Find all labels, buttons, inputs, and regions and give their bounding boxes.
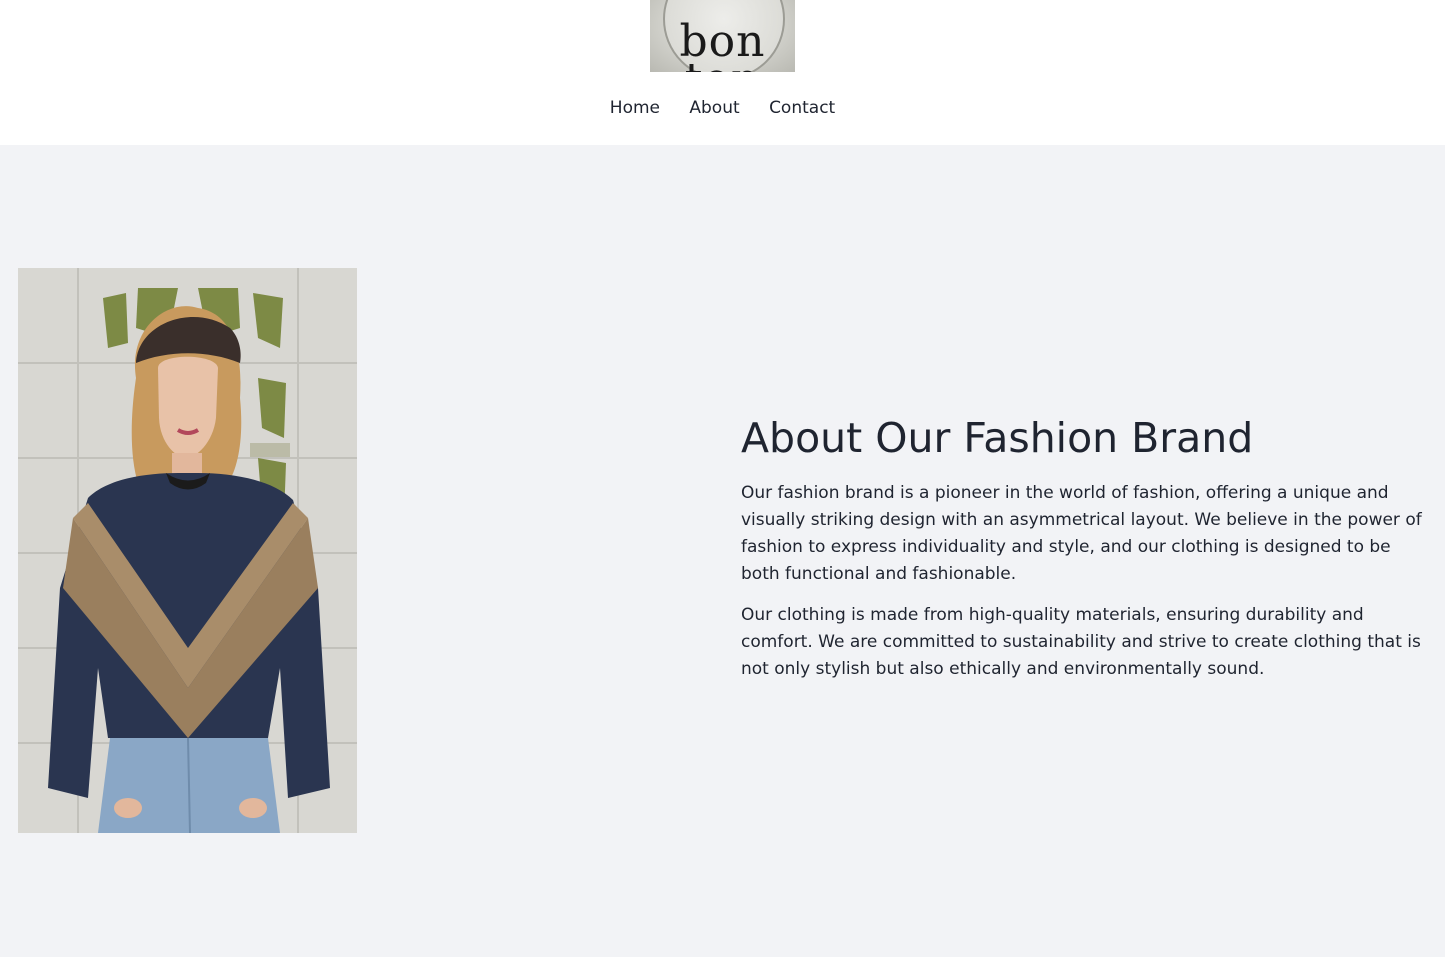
about-section: About Our Fashion Brand Our fashion bran… <box>741 410 1431 683</box>
fashion-photo-illustration <box>18 268 357 833</box>
nav-link-home[interactable]: Home <box>610 96 660 120</box>
site-header: bon ton Home About Contact <box>0 0 1445 145</box>
page-title: About Our Fashion Brand <box>741 414 1254 462</box>
fashion-photo <box>18 268 357 833</box>
nav-link-contact[interactable]: Contact <box>769 96 835 120</box>
about-paragraph-1: Our fashion brand is a pioneer in the wo… <box>741 483 1422 584</box>
brand-logo[interactable]: bon ton <box>650 0 795 72</box>
logo-wordmark-cut: ton <box>650 58 795 73</box>
about-paragraph-2: Our clothing is made from high-quality m… <box>741 605 1421 679</box>
nav-link-about[interactable]: About <box>689 96 739 120</box>
main-nav: Home About Contact <box>0 96 1445 120</box>
